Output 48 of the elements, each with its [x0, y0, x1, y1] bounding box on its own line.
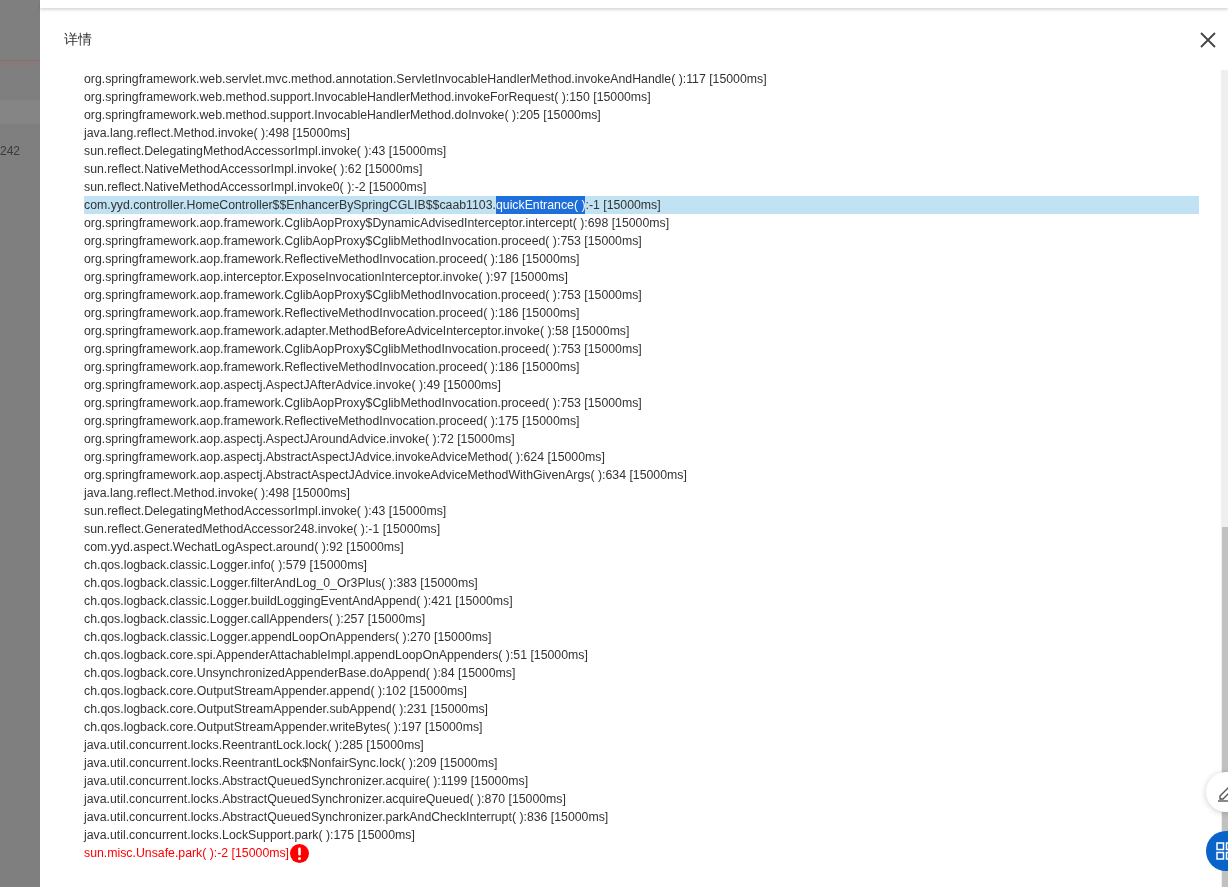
stack-trace-line: sun.reflect.GeneratedMethodAccessor248.invoke( ):-1 [15000ms] — [84, 521, 442, 538]
stack-trace-line: java.util.concurrent.locks.LockSupport.park( ):175 [15000ms] — [84, 827, 416, 844]
stack-trace-line: org.springframework.web.method.support.InvocableHandlerMethod.doInvoke( ):205 [15000ms] — [84, 107, 602, 124]
stack-trace-line: java.util.concurrent.locks.AbstractQueuedSynchronizer.acquire( ):1199 [15000ms] — [84, 773, 530, 790]
stack-trace-line: ch.qos.logback.core.UnsynchronizedAppenderBase.doAppend( ):84 [15000ms] — [84, 665, 517, 682]
stack-trace-line: ch.qos.logback.classic.Logger.filterAndLog_0_Or3Plus( ):383 [15000ms] — [84, 575, 479, 592]
stack-trace-line: org.springframework.web.servlet.mvc.method.annotation.ServletInvocableHandlerMethod.invokeAndHandle( ):117 [15000ms] — [84, 71, 768, 88]
stack-trace-line: sun.misc.Unsafe.park( ):-2 [15000ms] — [84, 844, 1199, 862]
stack-trace-line: java.util.concurrent.locks.ReentrantLock.lock( ):285 [15000ms] — [84, 737, 425, 754]
error-icon — [290, 843, 310, 863]
stack-trace-line: ch.qos.logback.classic.Logger.buildLoggingEventAndAppend( ):421 [15000ms] — [84, 593, 514, 610]
stack-trace-line: ch.qos.logback.core.OutputStreamAppender.append( ):102 [15000ms] — [84, 683, 468, 700]
stack-trace-line: org.springframework.aop.framework.ReflectiveMethodInvocation.proceed( ):186 [15000ms] — [84, 251, 581, 268]
stack-trace-line: java.util.concurrent.locks.AbstractQueuedSynchronizer.parkAndCheckInterrupt( ):836 [15000ms] — [84, 809, 610, 826]
stack-trace-line: sun.reflect.NativeMethodAccessorImpl.invoke0( ):-2 [15000ms] — [84, 179, 428, 196]
stack-trace-line: org.springframework.aop.aspectj.AbstractAspectJAdvice.invokeAdviceMethodWithGivenArgs( ):634 [15000ms] — [84, 467, 688, 484]
stack-trace-line: org.springframework.aop.framework.CglibAopProxy$DynamicAdvisedInterceptor.intercept( ):698 [15000ms] — [84, 215, 671, 232]
close-icon[interactable] — [1200, 32, 1216, 48]
stack-trace-line: org.springframework.aop.framework.adapter.MethodBeforeAdviceInterceptor.invoke( ):58 [15000ms] — [84, 323, 631, 340]
stack-trace-line: com.yyd.aspect.WechatLogAspect.around( ):92 [15000ms] — [84, 539, 405, 556]
stack-trace-line: sun.reflect.DelegatingMethodAccessorImpl.invoke( ):43 [15000ms] — [84, 503, 448, 520]
stack-trace-line: org.springframework.aop.framework.CglibAopProxy$CglibMethodInvocation.proceed( ):753 [15000ms] — [84, 287, 643, 304]
stack-trace-line: org.springframework.aop.framework.ReflectiveMethodInvocation.proceed( ):175 [15000ms] — [84, 413, 581, 430]
stack-trace-line: ch.qos.logback.classic.Logger.appendLoopOnAppenders( ):270 [15000ms] — [84, 629, 493, 646]
stack-trace-line: org.springframework.aop.aspectj.AbstractAspectJAdvice.invokeAdviceMethod( ):624 [15000ms] — [84, 449, 606, 466]
stack-trace-line: sun.reflect.NativeMethodAccessorImpl.invoke( ):62 [15000ms] — [84, 161, 424, 178]
stack-trace-line: ch.qos.logback.classic.Logger.info( ):579 [15000ms] — [84, 557, 368, 574]
stack-trace-line: java.lang.reflect.Method.invoke( ):498 [15000ms] — [84, 485, 351, 502]
stack-trace-line: org.springframework.aop.framework.CglibAopProxy$CglibMethodInvocation.proceed( ):753 [15000ms] — [84, 341, 643, 358]
stack-trace-line: sun.reflect.DelegatingMethodAccessorImpl.invoke( ):43 [15000ms] — [84, 143, 448, 160]
scrollbar[interactable] — [1221, 70, 1228, 887]
stack-trace-line: org.springframework.web.method.support.InvocableHandlerMethod.invokeForRequest( ):150 [15000ms] — [84, 89, 652, 106]
stack-trace-line: java.util.concurrent.locks.AbstractQueuedSynchronizer.acquireQueued( ):870 [15000ms] — [84, 791, 567, 808]
dialog-title: 详情 — [64, 31, 92, 49]
stack-trace-line: org.springframework.aop.framework.CglibAopProxy$CglibMethodInvocation.proceed( ):753 [15000ms] — [84, 395, 643, 412]
stack-trace-line: org.springframework.aop.framework.ReflectiveMethodInvocation.proceed( ):186 [15000ms] — [84, 359, 581, 376]
stack-trace-line: java.lang.reflect.Method.invoke( ):498 [15000ms] — [84, 125, 351, 142]
stack-trace-line: org.springframework.aop.aspectj.AspectJAfterAdvice.invoke( ):49 [15000ms] — [84, 377, 502, 394]
stack-trace-line: org.springframework.aop.framework.ReflectiveMethodInvocation.proceed( ):186 [15000ms] — [84, 305, 581, 322]
stack-trace-line: org.springframework.aop.framework.CglibAopProxy$CglibMethodInvocation.proceed( ):753 [15000ms] — [84, 233, 643, 250]
background-cell: 242 — [0, 144, 21, 158]
stack-trace-line: ch.qos.logback.core.OutputStreamAppender.writeBytes( ):197 [15000ms] — [84, 719, 484, 736]
stack-trace-line: ch.qos.logback.classic.Logger.callAppenders( ):257 [15000ms] — [84, 611, 427, 628]
stack-trace-line: org.springframework.aop.aspectj.AspectJAroundAdvice.invoke( ):72 [15000ms] — [84, 431, 516, 448]
stack-trace-line: ch.qos.logback.core.spi.AppenderAttachableImpl.appendLoopOnAppenders( ):51 [15000ms] — [84, 647, 589, 664]
stack-trace-line: org.springframework.aop.interceptor.ExposeInvocationInterceptor.invoke( ):97 [15000ms] — [84, 269, 569, 286]
stack-trace-line: ch.qos.logback.core.OutputStreamAppender.subAppend( ):231 [15000ms] — [84, 701, 489, 718]
stack-trace-line: java.util.concurrent.locks.ReentrantLock$NonfairSync.lock( ):209 [15000ms] — [84, 755, 499, 772]
